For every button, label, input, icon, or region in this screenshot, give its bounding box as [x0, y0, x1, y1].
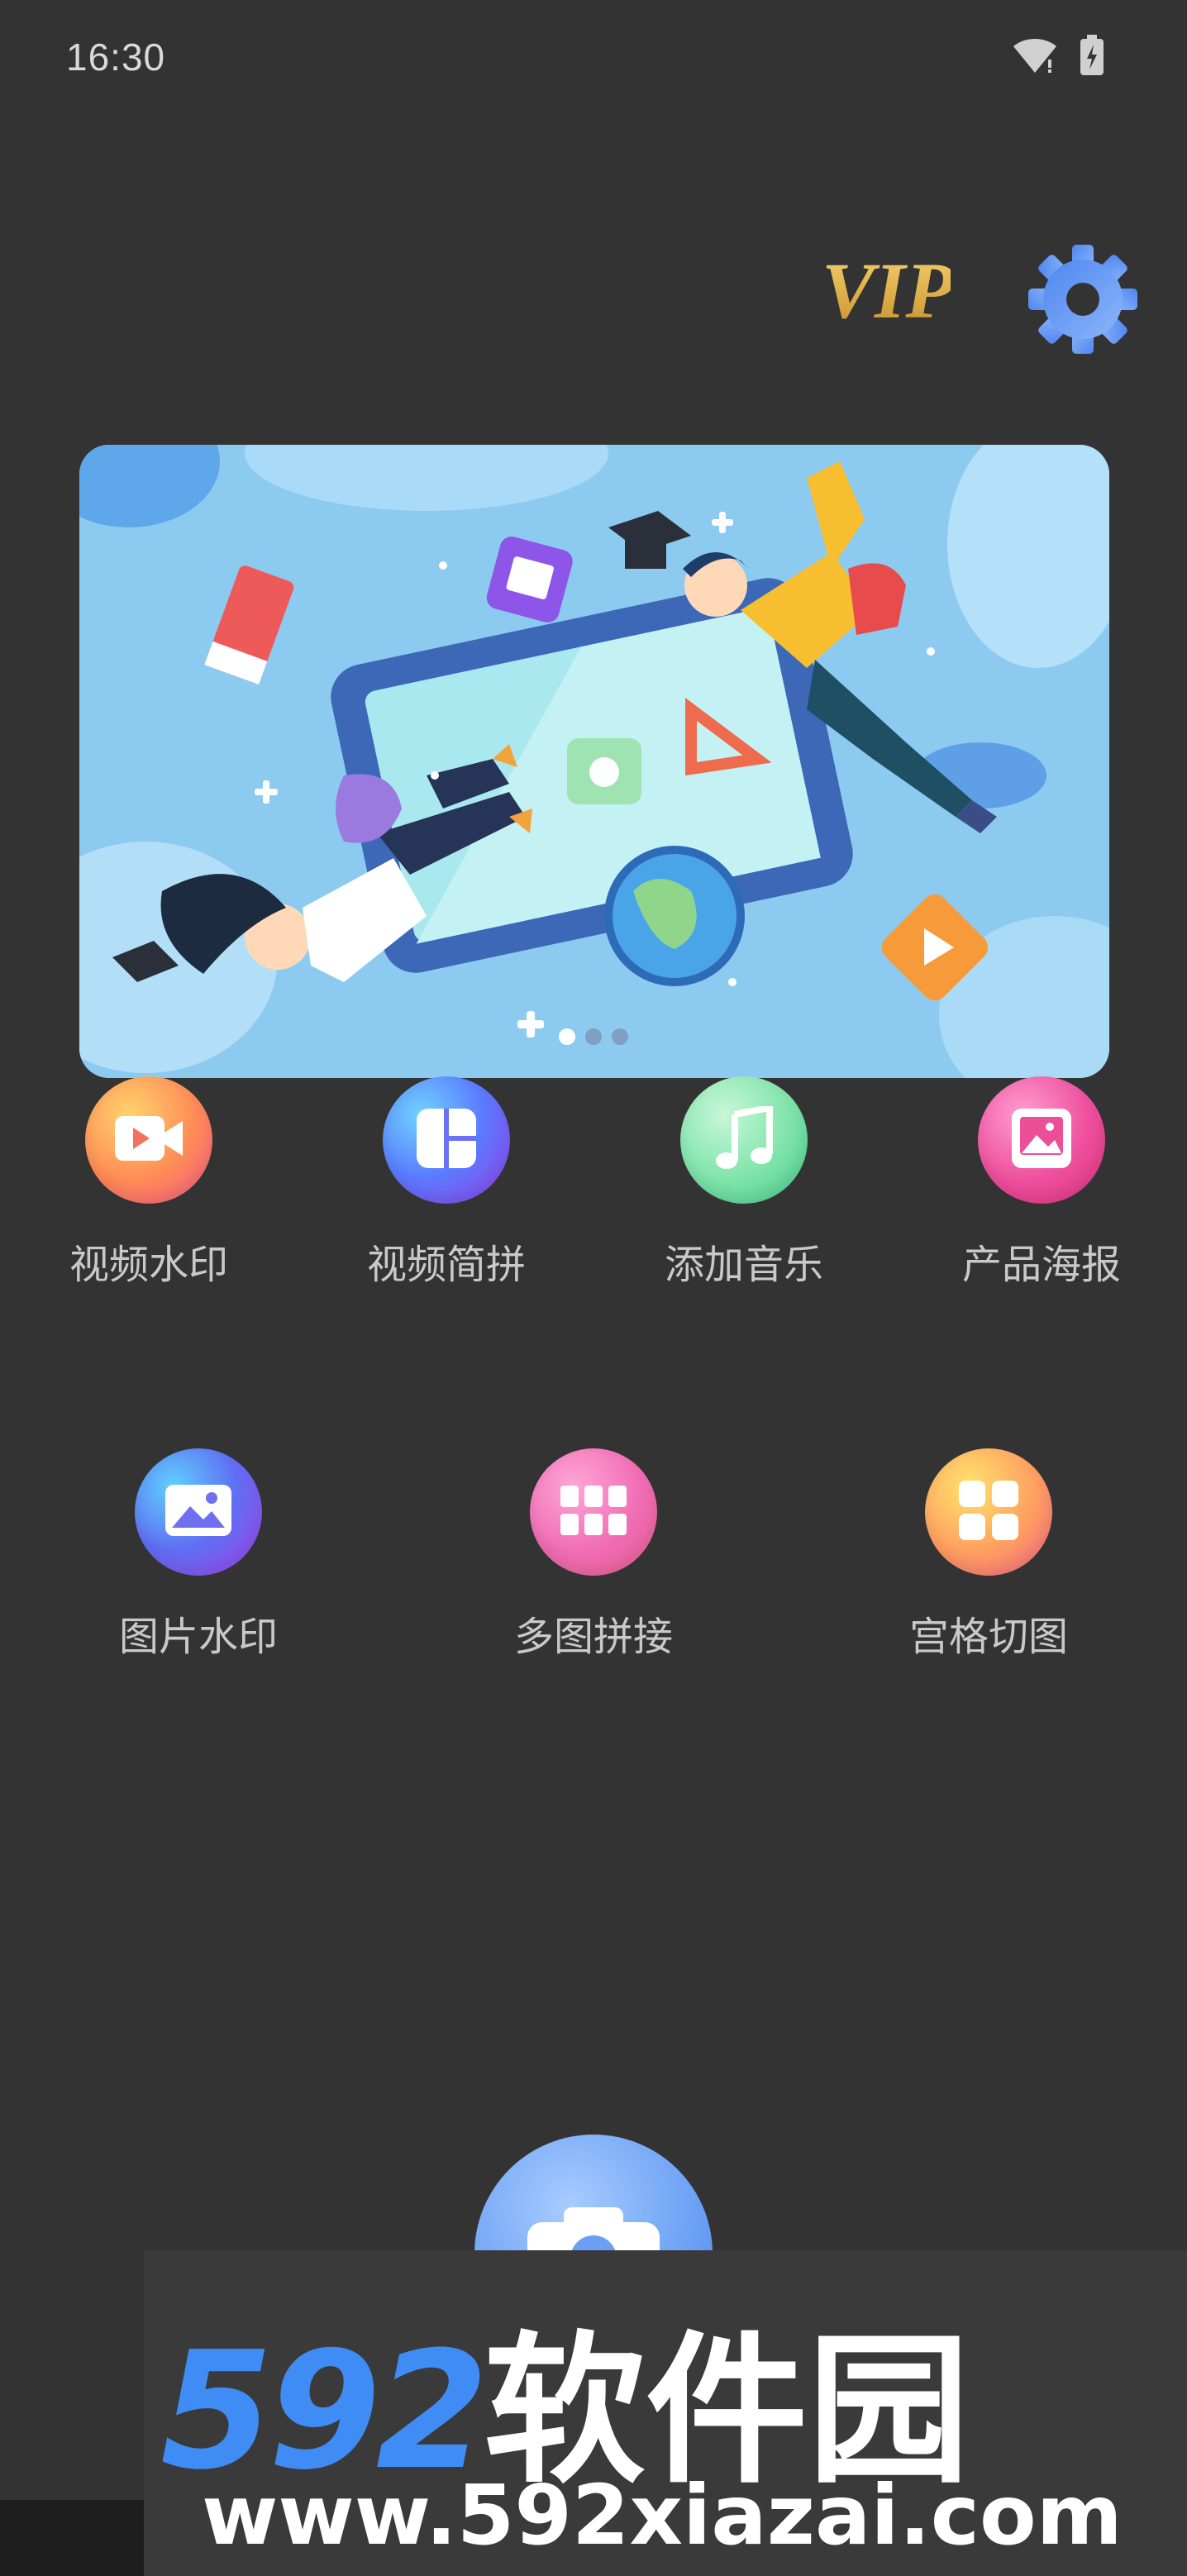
status-time: 16:30: [66, 36, 166, 79]
music-note-icon: [715, 1103, 773, 1175]
feature-label: 视频水印: [69, 1242, 228, 1288]
video-icon: [112, 1109, 186, 1171]
feature-label: 添加音乐: [664, 1242, 823, 1288]
feature-label: 图片水印: [118, 1614, 278, 1660]
feature-product-poster[interactable]: 产品海报: [934, 1076, 1149, 1290]
poster-icon: [1010, 1107, 1073, 1174]
banner-illustration: [79, 445, 1109, 1078]
feature-video-collage[interactable]: 视频简拼: [339, 1076, 554, 1290]
image-watermark-icon-circle: [135, 1448, 262, 1576]
image-icon: [164, 1483, 233, 1542]
settings-button[interactable]: [1025, 241, 1141, 357]
watermark-url: www.592xiazai.com: [202, 2467, 1123, 2564]
status-icons: [1012, 35, 1104, 80]
feature-multi-image-stitch[interactable]: 多图拼接: [486, 1448, 701, 1662]
four-squares-icon: [957, 1479, 1020, 1546]
multi-image-stitch-icon-circle: [530, 1448, 657, 1576]
grid-icon: [559, 1484, 628, 1541]
feature-label: 产品海报: [961, 1242, 1121, 1288]
feature-label: 宫格切图: [908, 1614, 1068, 1660]
grid-crop-icon-circle: [925, 1448, 1052, 1576]
bottom-strip: [0, 2500, 144, 2576]
wifi-icon: [1012, 36, 1058, 79]
feature-grid-crop[interactable]: 宫格切图: [881, 1448, 1096, 1662]
battery-icon: [1080, 35, 1104, 80]
carousel-dots: [559, 1028, 628, 1045]
video-collage-icon-circle: [383, 1076, 510, 1204]
status-bar: 16:30: [0, 0, 1187, 116]
feature-label: 多图拼接: [513, 1614, 673, 1660]
feature-image-watermark[interactable]: 图片水印: [91, 1448, 306, 1662]
feature-label: 视频简拼: [366, 1242, 526, 1288]
vip-badge[interactable]: VIP: [818, 246, 955, 339]
feature-add-music[interactable]: 添加音乐: [636, 1076, 851, 1290]
carousel-dot[interactable]: [585, 1028, 602, 1045]
gear-icon: [1025, 245, 1141, 360]
watermark-overlay: 592软件园 www.592xiazai.com: [144, 2250, 1187, 2576]
add-music-icon-circle: [680, 1076, 808, 1204]
carousel-dot[interactable]: [612, 1028, 628, 1045]
video-watermark-icon-circle: [85, 1076, 212, 1204]
product-poster-icon-circle: [978, 1076, 1105, 1204]
layout-icon: [415, 1107, 478, 1174]
vip-label: VIP: [822, 248, 951, 335]
banner-carousel[interactable]: [79, 445, 1109, 1078]
feature-video-watermark[interactable]: 视频水印: [41, 1076, 256, 1290]
carousel-dot-active[interactable]: [559, 1028, 575, 1045]
